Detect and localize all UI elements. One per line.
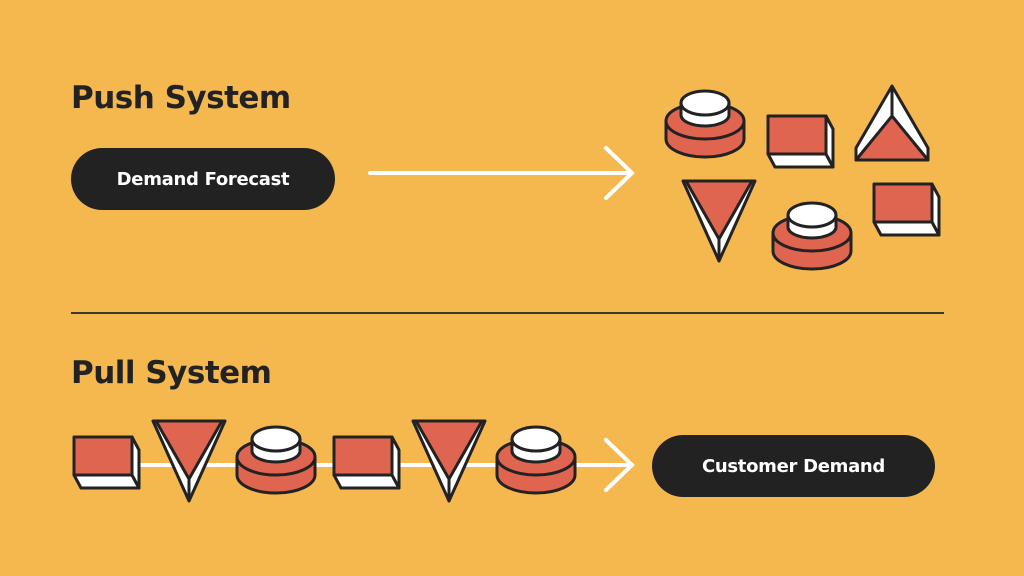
diagram-artwork bbox=[72, 84, 941, 503]
push-item-triangle-down-icon bbox=[681, 179, 757, 263]
pull-item-cylinder-icon bbox=[495, 425, 577, 495]
pull-item-cylinder-icon bbox=[235, 425, 317, 495]
pull-item-box-icon bbox=[332, 435, 401, 490]
push-item-box-icon bbox=[766, 114, 835, 169]
push-item-box-icon bbox=[872, 182, 941, 237]
push-item-cylinder-icon bbox=[664, 89, 746, 159]
push-item-triangle-up-icon bbox=[854, 84, 930, 162]
pull-item-box-icon bbox=[72, 435, 141, 490]
push-arrow-icon bbox=[368, 146, 635, 200]
pull-item-triangle-down-icon bbox=[411, 419, 487, 503]
push-item-cylinder-icon bbox=[771, 201, 853, 271]
pull-item-triangle-down-icon bbox=[151, 419, 227, 503]
